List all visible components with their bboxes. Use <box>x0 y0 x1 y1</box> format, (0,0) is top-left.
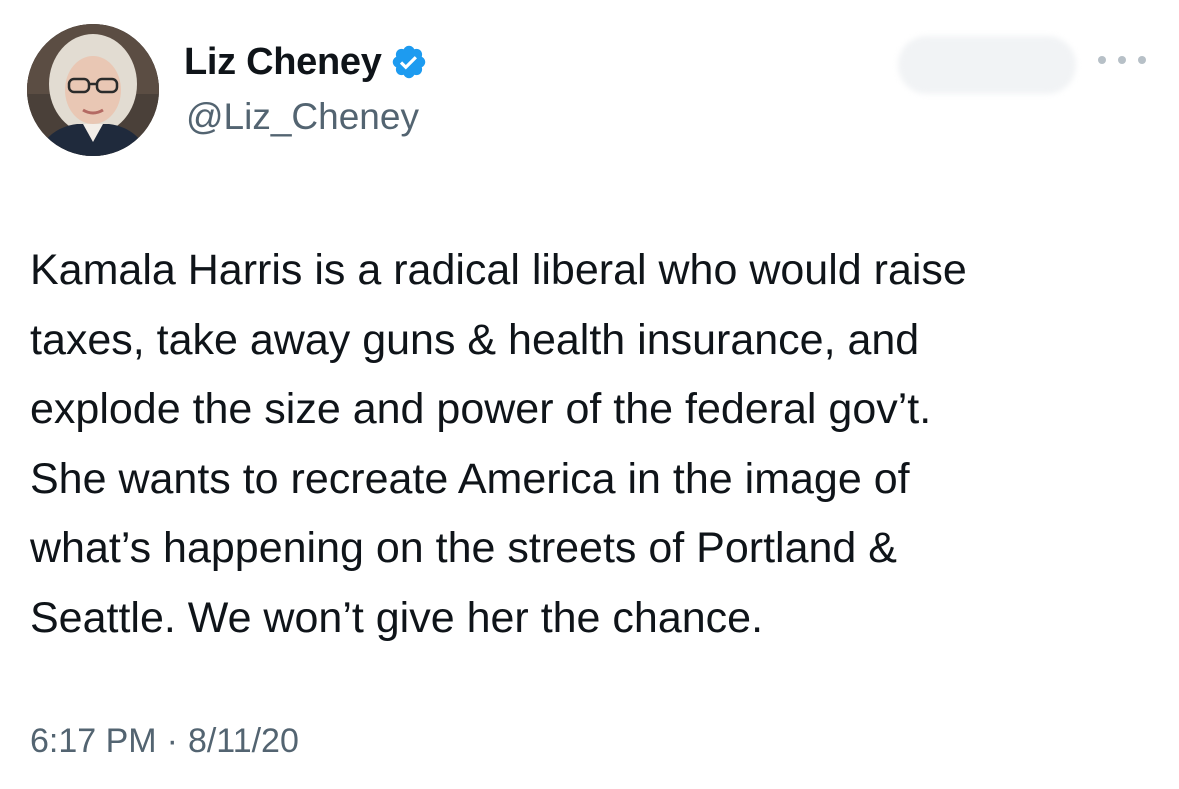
more-dot <box>1138 56 1146 64</box>
tweet-timestamp[interactable]: 6:17 PM · 8/11/20 <box>30 722 299 761</box>
more-dot <box>1098 56 1106 64</box>
verified-badge-icon <box>390 43 428 81</box>
author-display-name[interactable]: Liz Cheney <box>184 41 382 84</box>
more-horizontal-icon[interactable] <box>1098 48 1146 72</box>
avatar[interactable] <box>27 24 159 156</box>
follow-button-blurred[interactable] <box>898 36 1076 94</box>
author-name-row[interactable]: Liz Cheney <box>184 40 428 84</box>
tweet-card: Liz Cheney @Liz_Cheney Kamala Harris is … <box>0 0 1179 789</box>
tweet-time[interactable]: 6:17 PM <box>30 722 157 761</box>
tweet-text: Kamala Harris is a radical liberal who w… <box>30 246 967 642</box>
tweet-date[interactable]: 8/11/20 <box>188 722 299 761</box>
more-dot <box>1118 56 1126 64</box>
author-handle[interactable]: @Liz_Cheney <box>186 96 419 138</box>
avatar-photo <box>27 24 159 156</box>
timestamp-separator: · <box>166 722 178 760</box>
